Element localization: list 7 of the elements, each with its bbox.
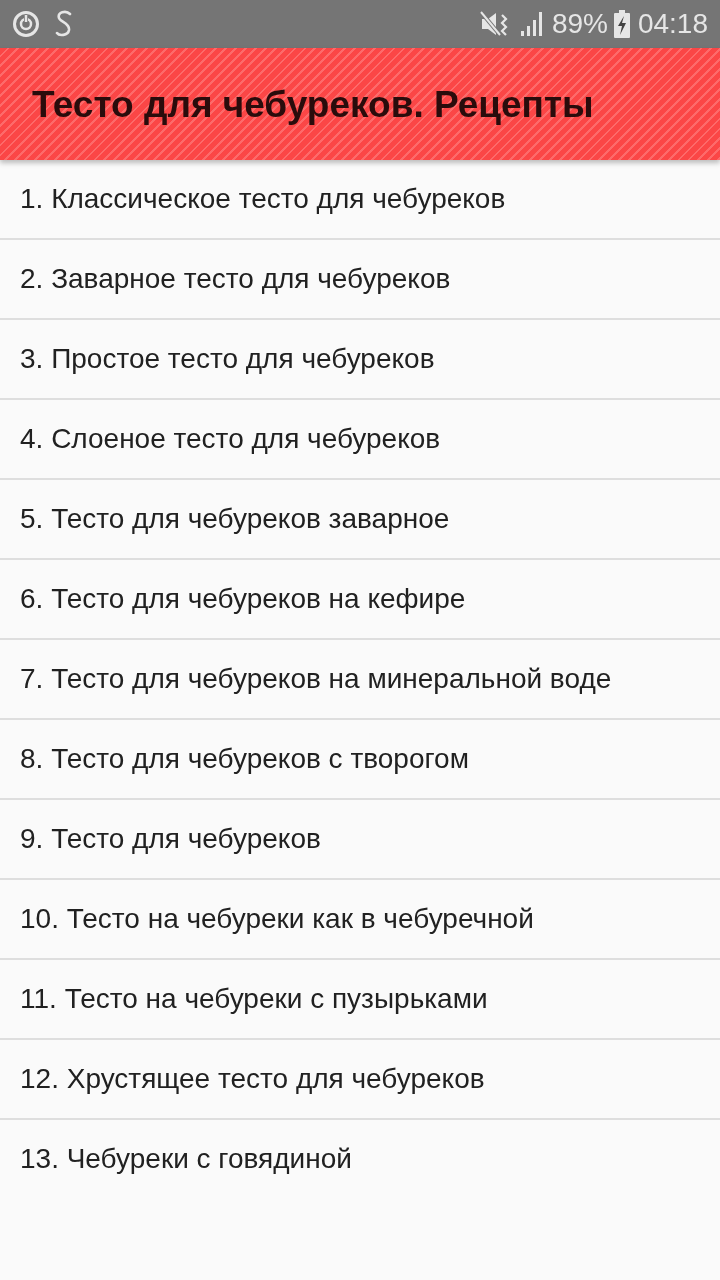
app-title: Тесто для чебуреков. Рецепты <box>32 85 594 123</box>
power-ring-icon <box>12 10 40 38</box>
clock-time: 04:18 <box>637 10 708 38</box>
vibrate-muted-icon <box>479 11 510 37</box>
s-logo-icon <box>54 10 74 38</box>
battery-charging-icon <box>613 10 630 38</box>
battery-percent: 89% <box>551 10 608 38</box>
